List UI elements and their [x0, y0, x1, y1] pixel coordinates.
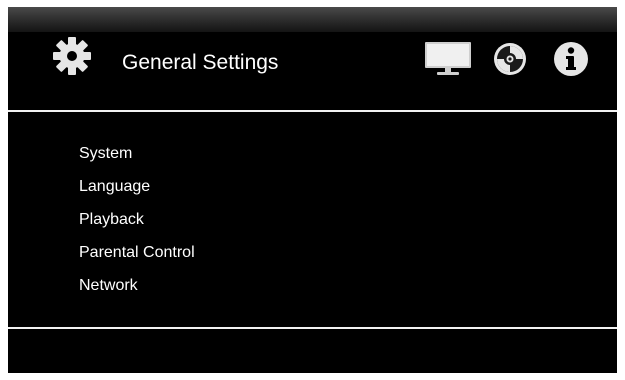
menu-item-network[interactable]: Network — [79, 276, 195, 309]
page-title: General Settings — [122, 51, 279, 74]
settings-menu: System Language Playback Parental Contro… — [79, 144, 195, 309]
menu-item-system[interactable]: System — [79, 144, 195, 177]
disc-icon[interactable] — [492, 41, 528, 77]
top-gradient-bar — [8, 7, 617, 32]
menu-item-language[interactable]: Language — [79, 177, 195, 210]
menu-item-playback[interactable]: Playback — [79, 210, 195, 243]
info-icon[interactable] — [553, 41, 589, 77]
tv-icon[interactable] — [424, 41, 472, 77]
footer-divider — [8, 327, 617, 329]
header-bar: General Settings — [8, 32, 617, 110]
gear-icon — [53, 37, 91, 75]
menu-item-parental-control[interactable]: Parental Control — [79, 243, 195, 276]
header-divider — [8, 110, 617, 112]
settings-screen: General Settings System Language Playbac… — [8, 7, 617, 373]
